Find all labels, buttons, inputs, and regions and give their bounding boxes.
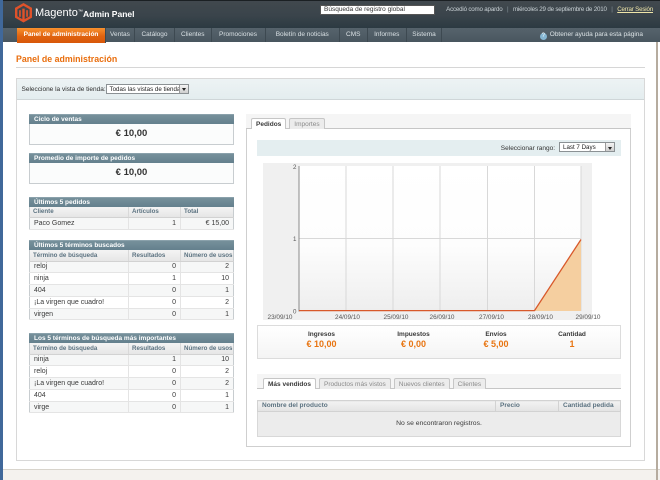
svg-text:0: 0 — [293, 309, 297, 316]
svg-text:25/09/10: 25/09/10 — [384, 314, 409, 321]
svg-text:24/09/10: 24/09/10 — [335, 314, 360, 321]
svg-text:28/09/10: 28/09/10 — [528, 314, 553, 321]
svg-text:29/09/10: 29/09/10 — [576, 314, 601, 321]
svg-text:26/09/10: 26/09/10 — [430, 314, 455, 321]
svg-text:27/09/10: 27/09/10 — [479, 314, 504, 321]
svg-text:23/09/10: 23/09/10 — [268, 314, 293, 321]
svg-text:2: 2 — [293, 164, 297, 171]
svg-text:1: 1 — [293, 236, 297, 243]
